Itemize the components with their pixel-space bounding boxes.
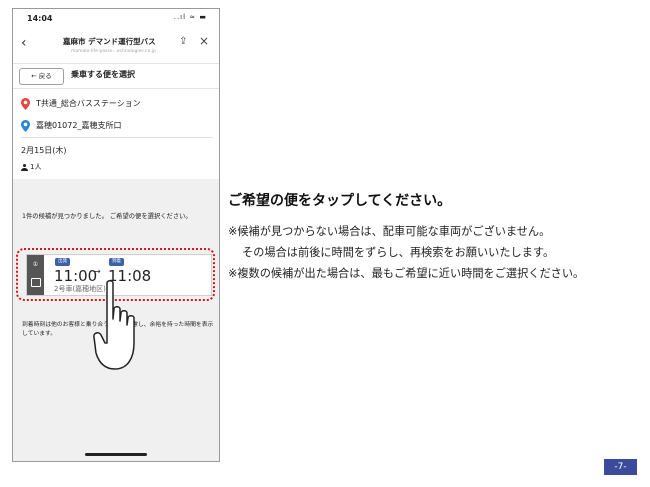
trip-date: 2月15日(木) (21, 146, 67, 155)
arrival-tag: 到着 (109, 258, 124, 266)
status-time: 14:04 (27, 14, 53, 23)
back-button[interactable]: ← 戻る (19, 68, 64, 85)
origin-stop-name: T共通_総合バスステーション (36, 99, 141, 108)
results-message: 1件の候補が見つかりました。 ご希望の便を選択ください。 (22, 213, 192, 220)
instruction-notes: ※候補が見つからない場合は、配車可能な車両がございません。 その場合は前後に時間… (228, 221, 638, 284)
instruction-heading: ご希望の便をタップしてください。 (228, 193, 452, 209)
note-line: ※候補が見つからない場合は、配車可能な車両がございません。 (228, 225, 551, 238)
browser-bar: ‹ 嘉麻市 デマンド運行型バス mamalo-life-passe...echn… (13, 31, 219, 61)
person-icon (21, 163, 28, 171)
candidate-side: ① (27, 255, 44, 295)
share-icon[interactable]: ⇪ (179, 36, 187, 47)
page-header: ← 戻る 乗車する便を選択 (13, 63, 219, 89)
origin-pin-icon (21, 98, 30, 110)
destination-stop: 嘉穂01072_嘉穂支所口 (21, 115, 216, 137)
phone-screenshot: 14:04 ..ıl ≈ ▬ ‹ 嘉麻市 デマンド運行型バス mamalo-li… (12, 8, 220, 462)
note-line: その場合は前後に時間をずらし、再検索をお願いいたします。 (242, 246, 555, 259)
divider (21, 137, 213, 138)
destination-pin-icon (21, 120, 30, 132)
route-info: T共通_総合バスステーション 嘉穂01072_嘉穂支所口 (21, 93, 216, 137)
passenger-count: 1人 (21, 162, 41, 172)
destination-stop-name: 嘉穂01072_嘉穂支所口 (36, 121, 122, 130)
bus-icon (31, 278, 41, 287)
signal-wifi-battery-icon: ..ıl ≈ ▬ (173, 13, 207, 21)
close-icon[interactable]: × (199, 34, 209, 48)
pointing-hand-icon (93, 280, 135, 370)
departure-tag: 出発 (55, 258, 70, 266)
page-title: 乗車する便を選択 (71, 70, 135, 79)
departure-time: 11:00 (54, 267, 98, 285)
arrow-right-icon: → (94, 267, 101, 276)
chevron-left-icon[interactable]: ‹ (21, 35, 27, 51)
site-url: mamalo-life-passe...echnologies.co.jp (71, 49, 156, 54)
status-bar: 14:04 ..ıl ≈ ▬ (13, 9, 219, 29)
origin-stop: T共通_総合バスステーション (21, 93, 216, 115)
note-line: ※複数の候補が出た場合は、最もご希望に近い時間をご選択ください。 (228, 267, 585, 280)
page-number-badge: -7- (604, 459, 637, 475)
candidate-index: ① (32, 261, 39, 268)
site-title: 嘉麻市 デマンド運行型バス (63, 37, 156, 46)
home-indicator (85, 453, 147, 456)
passenger-count-label: 1人 (30, 163, 42, 171)
